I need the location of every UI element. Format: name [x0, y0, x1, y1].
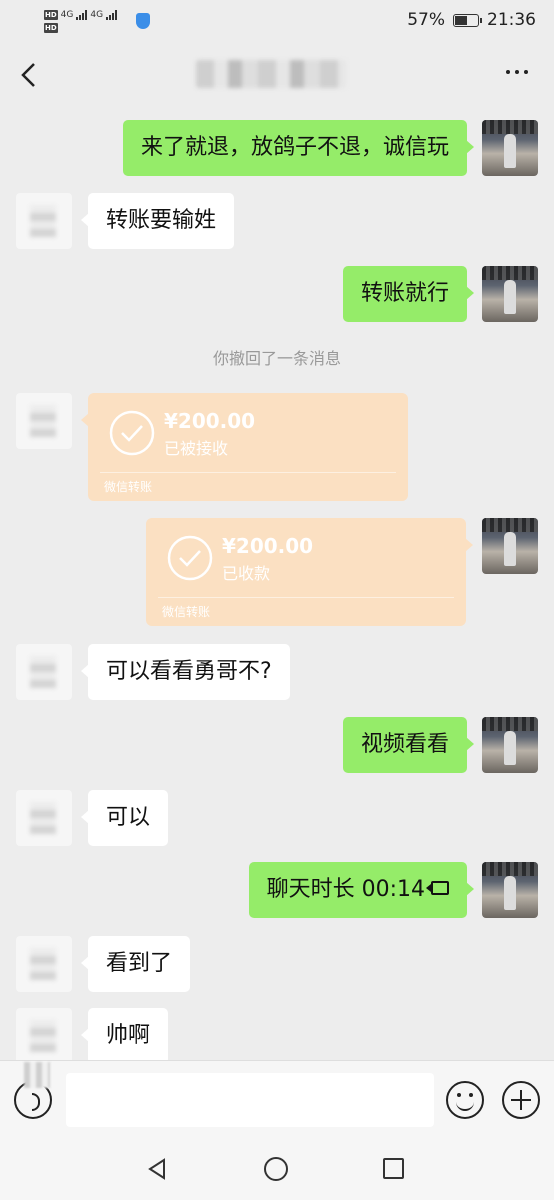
self-avatar[interactable]: [482, 266, 538, 322]
battery-icon: [453, 13, 482, 27]
battery-percent: 57%: [407, 10, 445, 30]
transfer-card-self[interactable]: ¥200.00 已收款 微信转账: [146, 518, 473, 626]
message-text: 转账要输姓: [106, 208, 217, 233]
message-bubble-other[interactable]: 看到了: [80, 936, 191, 992]
network-type-1: 4G: [60, 9, 74, 20]
message-text: 帅啊: [106, 1023, 151, 1048]
clock: 21:36: [487, 10, 536, 30]
message-bubble-self[interactable]: 视频看看: [342, 717, 475, 773]
call-duration-text: 聊天时长 00:14: [266, 877, 425, 902]
redaction-mosaic: [24, 1062, 50, 1088]
self-avatar[interactable]: [482, 120, 538, 176]
message-bubble-other[interactable]: 帅啊: [80, 1008, 169, 1064]
divider: [100, 472, 396, 473]
self-avatar[interactable]: [482, 862, 538, 918]
plus-icon[interactable]: [502, 1081, 540, 1119]
self-avatar[interactable]: [482, 717, 538, 773]
message-bubble-other[interactable]: 可以: [80, 790, 169, 846]
square-recent-icon[interactable]: [383, 1158, 404, 1179]
chat-header: [0, 44, 554, 106]
contact-avatar[interactable]: [16, 644, 72, 700]
checkmark-circle-icon: [167, 535, 213, 581]
transfer-label: 微信转账: [162, 605, 211, 619]
circle-home-icon[interactable]: [264, 1157, 288, 1181]
message-input[interactable]: [66, 1073, 434, 1127]
network-type-2: 4G: [90, 9, 104, 20]
message-text: 转账就行: [360, 281, 449, 306]
transfer-label: 微信转账: [104, 480, 153, 494]
checkmark-circle-icon: [109, 410, 155, 456]
divider: [158, 597, 454, 598]
message-text: 来了就退，放鸽子不退，诚信玩: [140, 135, 449, 160]
hd-badge-1: HD: [44, 9, 58, 20]
input-bar: [0, 1060, 554, 1140]
chat-title-redacted: [196, 60, 346, 88]
contact-avatar[interactable]: [16, 1008, 72, 1064]
contact-avatar[interactable]: [16, 393, 72, 449]
message-bubble-self[interactable]: 转账就行: [342, 266, 475, 322]
message-text: 可以看看勇哥不?: [106, 659, 272, 684]
security-shield-icon: [136, 13, 150, 29]
contact-avatar[interactable]: [16, 936, 72, 992]
triangle-back-icon[interactable]: [146, 1158, 168, 1180]
signal-bars-icon: [76, 9, 88, 20]
transfer-amount: ¥200.00: [222, 534, 314, 558]
message-text: 视频看看: [360, 732, 449, 757]
message-bubble-self[interactable]: 来了就退，放鸽子不退，诚信玩: [122, 120, 475, 176]
transfer-card-other[interactable]: ¥200.00 已被接收 微信转账: [81, 393, 408, 501]
emoji-icon[interactable]: [446, 1081, 484, 1119]
signal-bars-icon-2: [106, 9, 118, 20]
transfer-amount: ¥200.00: [164, 409, 256, 433]
self-avatar[interactable]: [482, 518, 538, 574]
chevron-left-icon[interactable]: [18, 60, 40, 90]
recall-notice: 你撤回了一条消息: [212, 349, 341, 368]
status-right: 57% 21:36: [407, 10, 536, 30]
video-call-bubble[interactable]: 聊天时长 00:14: [248, 862, 475, 918]
ellipsis-icon[interactable]: [506, 70, 528, 74]
message-text: 看到了: [106, 951, 173, 976]
contact-avatar[interactable]: [16, 193, 72, 249]
message-text: 可以: [106, 805, 151, 830]
message-bubble-other[interactable]: 可以看看勇哥不?: [81, 644, 290, 700]
status-bar: HD 4G 4G HD 57% 21:36: [0, 0, 554, 44]
video-camera-icon: [426, 881, 449, 895]
network-status: HD 4G 4G HD: [44, 8, 118, 34]
transfer-status: 已被接收: [164, 439, 229, 458]
transfer-status: 已收款: [222, 564, 271, 583]
hd-badge-2: HD: [44, 22, 58, 33]
system-navigation-bar: [0, 1140, 554, 1200]
message-bubble-other[interactable]: 转账要输姓: [80, 193, 235, 249]
contact-avatar[interactable]: [16, 790, 72, 846]
